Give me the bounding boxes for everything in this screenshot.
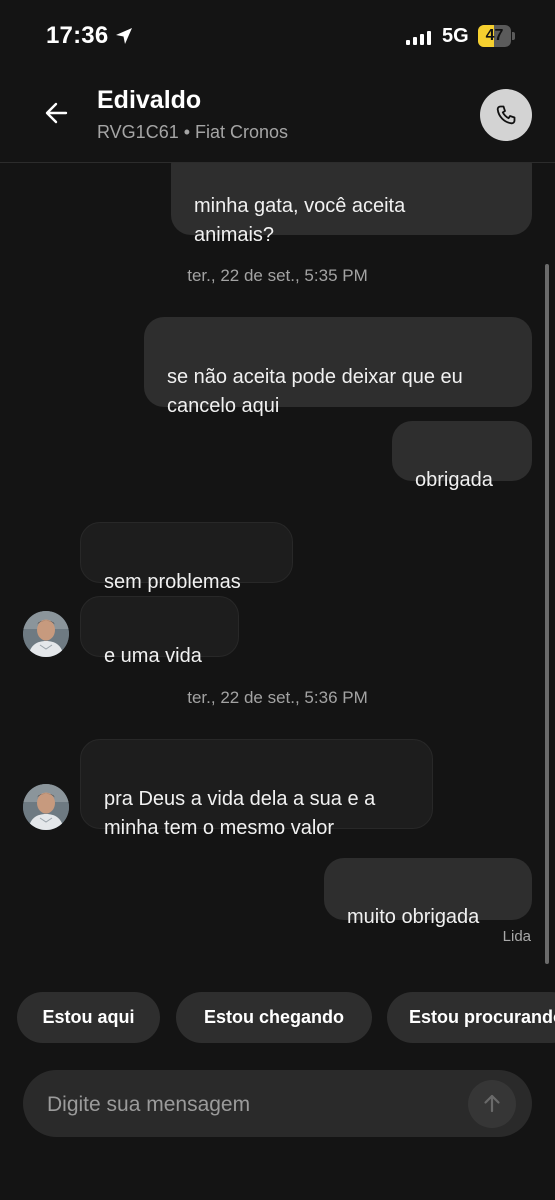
phone-icon: [496, 105, 516, 125]
vehicle-info: RVG1C61 • Fiat Cronos: [97, 122, 289, 142]
message-input[interactable]: [45, 1070, 469, 1139]
scrollbar[interactable]: [545, 264, 549, 964]
quick-replies: Estou aqui Estou chegando Estou procuran…: [0, 992, 555, 1044]
arrow-left-icon: [45, 102, 68, 124]
quick-reply-chip[interactable]: Estou aqui: [17, 992, 160, 1043]
message-text: pra Deus a vida dela a sua e a minha tem…: [104, 788, 376, 839]
network-type: 5G: [442, 25, 469, 47]
message-bubble-incoming: sem problemas: [80, 522, 293, 593]
message-bubble-incoming: e uma vida: [80, 596, 239, 667]
send-button[interactable]: [468, 1080, 516, 1128]
message-text: sem problemas: [104, 571, 241, 593]
message-composer: [23, 1070, 532, 1139]
message-bubble-incoming: pra Deus a vida dela a sua e a minha tem…: [80, 739, 433, 839]
read-receipt: Lida: [502, 928, 531, 945]
quick-reply-chip[interactable]: Estou chegando: [176, 992, 372, 1043]
call-button[interactable]: [480, 89, 532, 141]
chat-header: Edivaldo RVG1C61 • Fiat Cronos: [0, 70, 555, 163]
message-bubble-outgoing: minha gata, você aceita animais?: [171, 163, 532, 246]
message-bubble-outgoing: obrigada: [392, 421, 532, 491]
location-arrow-icon: [116, 28, 132, 44]
status-bar: 17:36 5G 47: [0, 0, 555, 70]
message-list[interactable]: minha gata, você aceita animais? ter., 2…: [0, 163, 555, 973]
message-text: se não aceita pode deixar que eu cancelo…: [167, 366, 463, 417]
message-text: minha gata, você aceita animais?: [194, 195, 406, 246]
driver-photo: [23, 784, 69, 830]
battery-level: 47: [485, 27, 504, 44]
timestamp-divider: ter., 22 de set., 5:36 PM: [187, 688, 368, 707]
back-button[interactable]: [38, 94, 76, 132]
status-time: 17:36: [46, 22, 109, 49]
timestamp-divider: ter., 22 de set., 5:35 PM: [187, 266, 368, 285]
avatar: [23, 611, 69, 657]
cellular-signal-icon: [406, 31, 432, 45]
message-text: e uma vida: [104, 645, 202, 667]
message-bubble-outgoing: muito obrigada: [324, 858, 532, 928]
message-text: obrigada: [415, 469, 493, 491]
message-text: muito obrigada: [347, 906, 480, 928]
avatar: [23, 784, 69, 830]
driver-photo: [23, 611, 69, 657]
battery-icon: 47: [478, 25, 516, 47]
message-bubble-outgoing: se não aceita pode deixar que eu cancelo…: [144, 317, 532, 417]
quick-reply-chip[interactable]: Estou procurando: [387, 992, 555, 1043]
arrow-up-icon: [484, 1094, 500, 1113]
contact-name: Edivaldo: [97, 86, 202, 114]
